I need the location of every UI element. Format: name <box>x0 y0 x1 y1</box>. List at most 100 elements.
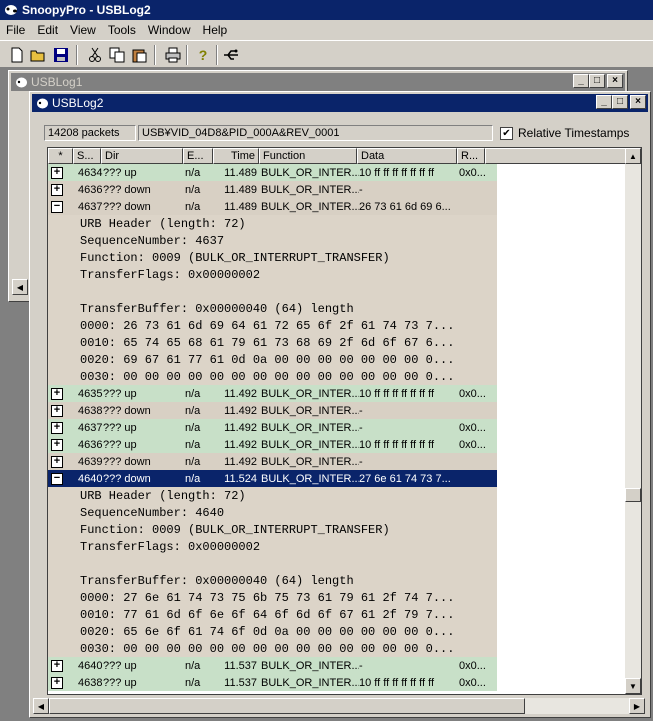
close-button[interactable]: × <box>607 74 623 88</box>
new-icon[interactable] <box>6 44 28 66</box>
detail-text: URB Header (length: 72) <box>80 488 246 503</box>
maximize-button[interactable]: □ <box>589 74 605 88</box>
col-data[interactable]: Data <box>357 148 457 164</box>
detail-row[interactable]: 0030: 00 00 00 00 00 00 00 00 00 00 00 0… <box>48 640 497 657</box>
detail-text: SequenceNumber: 4640 <box>80 505 225 520</box>
packet-row[interactable]: +4636??? down n/a 11.489 BULK_OR_INTER... - <box>48 181 497 198</box>
col-time[interactable]: Time <box>213 148 259 164</box>
expand-icon[interactable]: + <box>51 676 63 689</box>
expand-icon[interactable]: + <box>51 404 63 417</box>
menu-help[interactable]: Help <box>197 23 234 37</box>
menu-view[interactable]: View <box>64 23 102 37</box>
function-cell: BULK_OR_INTER... <box>261 387 359 400</box>
packet-row[interactable]: +4635??? up n/a 11.492 BULK_OR_INTER... 10 f… <box>48 385 497 402</box>
horizontal-scrollbar[interactable]: ◀ ▶ <box>33 698 645 714</box>
expand-icon[interactable]: + <box>51 421 63 434</box>
paste-icon[interactable] <box>128 44 150 66</box>
scroll-left-button[interactable]: ◀ <box>12 279 28 295</box>
detail-row[interactable]: SequenceNumber: 4640 <box>48 504 497 521</box>
menu-window[interactable]: Window <box>142 23 197 37</box>
packet-row[interactable]: +4636??? up n/a 11.492 BULK_OR_INTER... 10 f… <box>48 436 497 453</box>
detail-row[interactable]: 0020: 65 6e 6f 61 74 6f 0d 0a 00 00 00 0… <box>48 623 497 640</box>
detail-text: 0010: 65 74 65 68 61 79 61 73 68 69 2f 6… <box>80 335 455 350</box>
col-dir[interactable]: Dir <box>101 148 183 164</box>
maximize-button[interactable]: □ <box>612 95 628 109</box>
detail-row[interactable]: TransferBuffer: 0x00000040 (64) length <box>48 572 497 589</box>
col-endpoint[interactable]: E... <box>183 148 213 164</box>
detail-text: Function: 0009 (BULK_OR_INTERRUPT_TRANSF… <box>80 250 390 265</box>
time-cell: 11.492 <box>224 455 257 468</box>
detail-row[interactable]: 0000: 26 73 61 6d 69 64 61 72 65 6f 2f 6… <box>48 317 497 334</box>
detail-row[interactable]: SequenceNumber: 4637 <box>48 232 497 249</box>
seq-cell: 4635 <box>78 387 103 400</box>
packet-row[interactable]: − 4640??? down n/a 11.524 BULK_OR_INTER... 27… <box>48 470 497 487</box>
detail-row[interactable]: 0010: 65 74 65 68 61 79 61 73 68 69 2f 6… <box>48 334 497 351</box>
packet-grid[interactable]: * S... Dir E... Time Function Data R... … <box>47 147 642 695</box>
detail-row[interactable] <box>48 283 497 300</box>
detail-row[interactable]: Function: 0009 (BULK_OR_INTERRUPT_TRANSF… <box>48 521 497 538</box>
horizontal-scroll-thumb[interactable] <box>49 698 525 714</box>
expand-icon[interactable]: + <box>51 166 63 179</box>
minimize-button[interactable]: _ <box>573 74 589 88</box>
detail-row[interactable]: Function: 0009 (BULK_OR_INTERRUPT_TRANSF… <box>48 249 497 266</box>
data-cell: 26 73 61 6d 69 6... <box>359 200 451 213</box>
expand-icon[interactable]: + <box>51 438 63 451</box>
print-icon[interactable] <box>162 44 184 66</box>
open-icon[interactable] <box>28 44 50 66</box>
menu-file[interactable]: File <box>0 23 31 37</box>
vertical-scrollbar[interactable]: ▲ ▼ <box>625 148 641 694</box>
detail-row[interactable]: URB Header (length: 72) <box>48 215 497 232</box>
minimize-button[interactable]: _ <box>596 95 612 109</box>
endpoint-cell: n/a <box>185 421 201 434</box>
time-cell: 11.489 <box>224 183 257 196</box>
col-expand[interactable]: * <box>48 148 73 164</box>
toolbar-separator <box>186 45 188 65</box>
scroll-up-button[interactable]: ▲ <box>625 148 641 164</box>
dir-cell: ??? down <box>103 200 151 213</box>
detail-row[interactable] <box>48 555 497 572</box>
usblog2-title-bar[interactable]: USBLog2 _ □ × <box>32 94 648 112</box>
packet-row[interactable]: +4634??? up n/a 11.489 BULK_OR_INTER... 10 f… <box>48 164 497 181</box>
result-cell: 0x0... <box>459 438 486 451</box>
packet-row[interactable]: +4640??? up n/a 11.537 BULK_OR_INTER... - 0x0… <box>48 657 497 674</box>
packet-row[interactable]: − 4637??? down n/a 11.489 BULK_OR_INTER... 26… <box>48 198 497 215</box>
copy-icon[interactable] <box>106 44 128 66</box>
detail-row[interactable]: TransferFlags: 0x00000002 <box>48 538 497 555</box>
col-result[interactable]: R... <box>457 148 485 164</box>
expand-icon[interactable]: + <box>51 387 63 400</box>
col-function[interactable]: Function <box>259 148 357 164</box>
relative-timestamps-checkbox[interactable]: ✔ <box>500 127 513 140</box>
detail-row[interactable]: 0010: 77 61 6d 6f 6e 6f 64 6f 6d 6f 67 6… <box>48 606 497 623</box>
detail-row[interactable]: TransferBuffer: 0x00000040 (64) length <box>48 300 497 317</box>
col-seq[interactable]: S... <box>73 148 101 164</box>
collapse-icon[interactable]: − <box>51 200 63 213</box>
packet-row[interactable]: +4639??? down n/a 11.492 BULK_OR_INTER... - <box>48 453 497 470</box>
detail-row[interactable]: 0020: 69 67 61 77 61 0d 0a 00 00 00 00 0… <box>48 351 497 368</box>
detail-row[interactable]: TransferFlags: 0x00000002 <box>48 266 497 283</box>
detail-row[interactable]: 0030: 00 00 00 00 00 00 00 00 00 00 00 0… <box>48 368 497 385</box>
detail-text: 0020: 65 6e 6f 61 74 6f 0d 0a 00 00 00 0… <box>80 624 455 639</box>
scroll-down-button[interactable]: ▼ <box>625 678 641 694</box>
detail-row[interactable]: 0000: 27 6e 61 74 73 75 6b 75 73 61 79 6… <box>48 589 497 606</box>
vertical-scroll-thumb[interactable] <box>625 488 641 502</box>
save-icon[interactable] <box>50 44 72 66</box>
endpoint-cell: n/a <box>185 200 201 213</box>
close-button[interactable]: × <box>630 95 646 109</box>
packet-row[interactable]: +4638??? up n/a 11.537 BULK_OR_INTER... 10 f… <box>48 674 497 691</box>
menu-edit[interactable]: Edit <box>31 23 64 37</box>
window-usblog2[interactable]: USBLog2 _ □ × 14208 packets USB¥VID_04D8… <box>29 91 651 718</box>
expand-icon[interactable]: + <box>51 183 63 196</box>
detail-row[interactable]: URB Header (length: 72) <box>48 487 497 504</box>
usb-icon[interactable] <box>220 44 242 66</box>
menu-tools[interactable]: Tools <box>102 23 142 37</box>
packet-row[interactable]: +4637??? up n/a 11.492 BULK_OR_INTER... - 0x0… <box>48 419 497 436</box>
scroll-right-button[interactable]: ▶ <box>629 698 645 714</box>
expand-icon[interactable]: + <box>51 455 63 468</box>
expand-icon[interactable]: + <box>51 659 63 672</box>
scroll-left-button[interactable]: ◀ <box>33 698 49 714</box>
usblog1-title-bar[interactable]: USBLog1 _ □ × <box>11 73 625 91</box>
collapse-icon[interactable]: − <box>51 472 63 485</box>
packet-row[interactable]: +4638??? down n/a 11.492 BULK_OR_INTER... - <box>48 402 497 419</box>
cut-icon[interactable] <box>84 44 106 66</box>
help-icon[interactable]: ? <box>192 44 214 66</box>
